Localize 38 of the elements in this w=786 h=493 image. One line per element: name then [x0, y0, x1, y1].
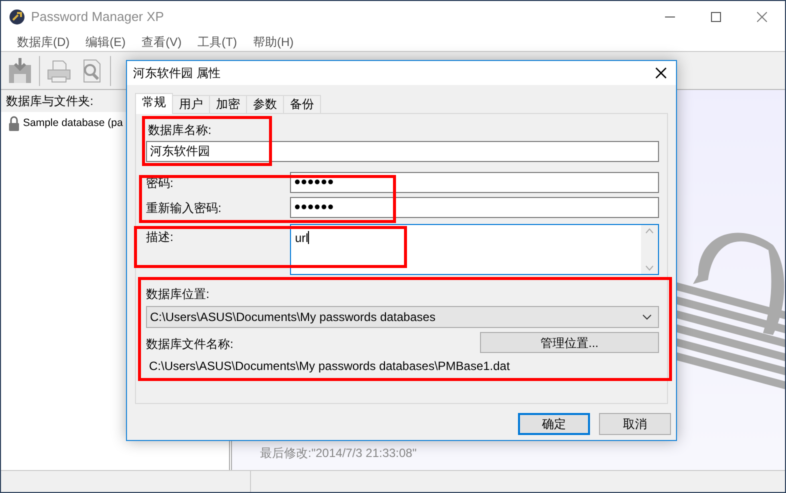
menu-item[interactable]: 查看(V) [134, 32, 190, 50]
menu-item[interactable]: 帮助(H) [245, 32, 302, 50]
password-field[interactable]: ●●●●●● [290, 172, 659, 193]
field-label: 数据库文件名称: [146, 336, 234, 353]
scrollbar[interactable] [641, 225, 658, 274]
dialog-title: 河东软件园 属性 [133, 65, 220, 82]
ok-button[interactable]: 确定 [518, 413, 590, 435]
scroll-down-icon[interactable] [645, 265, 654, 271]
field-label: 描述: [146, 229, 174, 246]
printer-icon[interactable] [46, 58, 72, 84]
scroll-up-icon[interactable] [645, 228, 654, 234]
field-label: 重新输入密码: [146, 200, 222, 216]
minimize-button[interactable] [665, 16, 675, 18]
text-field[interactable]: 河东软件园 [146, 141, 659, 162]
save-icon[interactable] [7, 56, 33, 84]
app-icon [9, 8, 25, 24]
close-button[interactable] [655, 67, 667, 79]
field-label: 数据库名称: [147, 122, 212, 139]
cancel-button[interactable]: 取消 [599, 413, 671, 435]
file-path-text: C:\Users\ASUS\Documents\My passwords databases\PMBase1.dat [148, 358, 511, 375]
location-dropdown[interactable]: C:\Users\ASUS\Documents\My passwords databases [146, 306, 659, 328]
menu-item[interactable]: 工具(T) [190, 32, 245, 50]
panel-heading: 数据库与文件夹: [6, 93, 94, 110]
password-field[interactable]: ●●●●●● [290, 197, 659, 218]
window-title: Password Manager XP [31, 8, 164, 26]
tree-item[interactable]: Sample database (pa [1, 114, 127, 134]
tab[interactable]: 备份 [283, 95, 321, 113]
field-label: 数据库位置: [146, 286, 210, 303]
menu-item[interactable]: 编辑(E) [78, 32, 134, 50]
description-field[interactable]: url [290, 224, 659, 275]
tab[interactable]: 常规 [135, 93, 173, 114]
maximize-button[interactable] [711, 12, 721, 22]
lock-icon [8, 116, 20, 132]
chevron-down-icon [642, 314, 652, 320]
menu-item[interactable]: 数据库(D) [9, 32, 78, 50]
manage-locations-button[interactable]: 管理位置... [480, 332, 659, 353]
tab[interactable]: 参数 [246, 95, 284, 113]
last-modified-text: 最后修改:"2014/7/3 21:33:08" [260, 445, 417, 462]
